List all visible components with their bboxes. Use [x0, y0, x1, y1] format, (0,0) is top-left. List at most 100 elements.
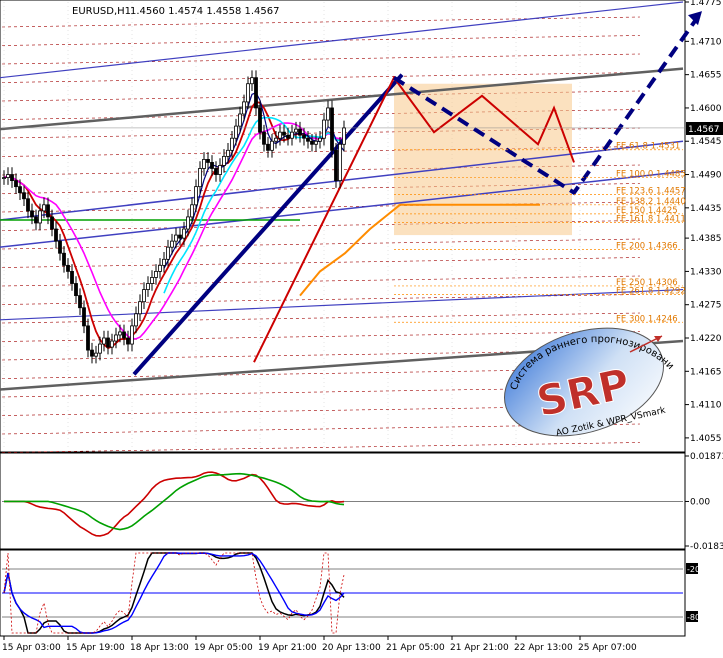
chart-canvas[interactable]: FE 61.8 1.4531 FE 100.0 1.4485 FE 123.6 1.…: [0, 0, 723, 654]
candle-body: [302, 134, 306, 139]
price-tick-label: 1.4165: [690, 367, 722, 377]
chart-window: FE 61.8 1.4531 FE 100.0 1.4485 FE 123.6 1.…: [0, 0, 723, 654]
osc2-tick-label: -80: [687, 613, 700, 622]
candle-body: [182, 228, 186, 239]
candle-body: [222, 155, 226, 166]
candle-body: [42, 204, 46, 212]
candle-body: [194, 186, 198, 206]
candle-body: [158, 264, 162, 272]
candle-body: [50, 216, 54, 230]
chart-header-ohlc: 1.4560 1.4574 1.4558 1.4567: [130, 6, 280, 17]
candle-body: [314, 140, 318, 145]
candle-body: [14, 180, 18, 188]
candle-body: [10, 174, 14, 181]
osc1-tick-label: 0.01873: [690, 452, 723, 462]
price-tick-label: 1.4490: [690, 171, 722, 181]
candle-body: [86, 325, 90, 351]
price-tick-label: 1.4275: [690, 301, 722, 311]
price-tick-label: 1.4110: [690, 401, 722, 411]
fib-level-label: FE 61.8 1.4531: [616, 142, 680, 152]
candle-body: [218, 165, 222, 175]
candle-body: [106, 337, 110, 348]
candle-body: [82, 307, 86, 327]
candle-body: [30, 210, 34, 218]
fib-zone-box: [394, 83, 572, 236]
candle-body: [186, 216, 190, 230]
candle-body: [26, 198, 30, 212]
candle-body: [18, 186, 22, 194]
candle-body: [74, 283, 78, 297]
time-tick-label: 15 Apr 03:00: [2, 643, 61, 653]
price-tick-label: 1.4385: [690, 234, 722, 244]
candle-body: [242, 101, 246, 115]
candle-body: [22, 192, 26, 200]
candle-body: [250, 77, 254, 85]
candle-body: [342, 127, 346, 145]
price-tick-label: 1.4600: [690, 104, 722, 114]
candle-body: [2, 177, 6, 179]
candle-body: [270, 140, 274, 151]
fib-level-label: FE 100.0 1.4485: [616, 170, 686, 180]
osc2-tick-label: -20: [687, 565, 700, 574]
price-tick-label: 1.4775: [690, 0, 722, 8]
candle-body: [134, 313, 138, 327]
price-tick-label: 1.4710: [690, 37, 722, 47]
fib-level-label: FE 200 1.4366: [616, 242, 678, 252]
candle-body: [114, 334, 118, 342]
candle-body: [46, 204, 50, 218]
price-tick-label: 1.4055: [690, 434, 722, 444]
candle-body: [162, 258, 166, 266]
candle-body: [198, 168, 202, 188]
candle-body: [286, 134, 290, 139]
candle-body: [306, 137, 310, 142]
candle-body: [274, 137, 278, 142]
candle-body: [246, 83, 250, 103]
time-tick-label: 18 Apr 13:00: [130, 643, 189, 653]
candle-body: [118, 331, 122, 336]
candle-body: [62, 252, 66, 266]
candle-body: [230, 137, 234, 151]
candle-body: [294, 128, 298, 133]
candle-body: [90, 349, 94, 357]
candle-body: [214, 168, 218, 175]
candle-body: [278, 131, 282, 139]
time-tick-label: 20 Apr 13:00: [322, 643, 381, 653]
chart-header-symbol: EURUSD,H1: [72, 6, 131, 17]
candle-body: [326, 107, 330, 121]
time-axis: 15 Apr 03:00 15 Apr 19:00 18 Apr 13:00 19 A…: [2, 636, 637, 653]
candle-body: [318, 137, 322, 142]
price-axis: 1.4775 1.4710 1.4655 1.4600 1.4545 1.4490 1.44…: [685, 0, 722, 444]
candle-body: [78, 295, 82, 309]
candle-body: [166, 246, 170, 260]
fib-level-label: FE 300 1.4246: [616, 314, 678, 324]
candle-body: [150, 277, 154, 284]
candle-body: [58, 240, 62, 254]
candle-body: [178, 234, 182, 239]
candle-body: [6, 174, 10, 178]
candle-body: [338, 143, 342, 181]
candle-body: [262, 131, 266, 145]
price-tick-label: 1.4220: [690, 334, 722, 344]
candle-body: [170, 240, 174, 248]
candle-body: [66, 264, 70, 272]
candle-body: [290, 131, 294, 139]
candle-body: [330, 107, 334, 151]
time-tick-label: 19 Apr 05:00: [194, 643, 253, 653]
candle-body: [226, 149, 230, 157]
candle-body: [254, 77, 258, 109]
candle-body: [298, 128, 302, 136]
time-tick-label: 22 Apr 13:00: [514, 643, 573, 653]
time-tick-label: 15 Apr 19:00: [66, 643, 125, 653]
candle-body: [282, 131, 286, 136]
fib-box-layer: [394, 83, 572, 236]
candle-body: [174, 234, 178, 242]
price-tick-label: 1.4435: [690, 204, 722, 214]
candle-body: [34, 216, 38, 224]
candle-body: [310, 140, 314, 145]
candle-body: [130, 325, 134, 345]
candle-body: [38, 210, 42, 224]
fib-level-label: FE 161.8 1.4411: [616, 214, 686, 224]
candle-body: [202, 159, 206, 169]
price-tick-label: 1.4330: [690, 267, 722, 277]
candle-body: [190, 204, 194, 218]
